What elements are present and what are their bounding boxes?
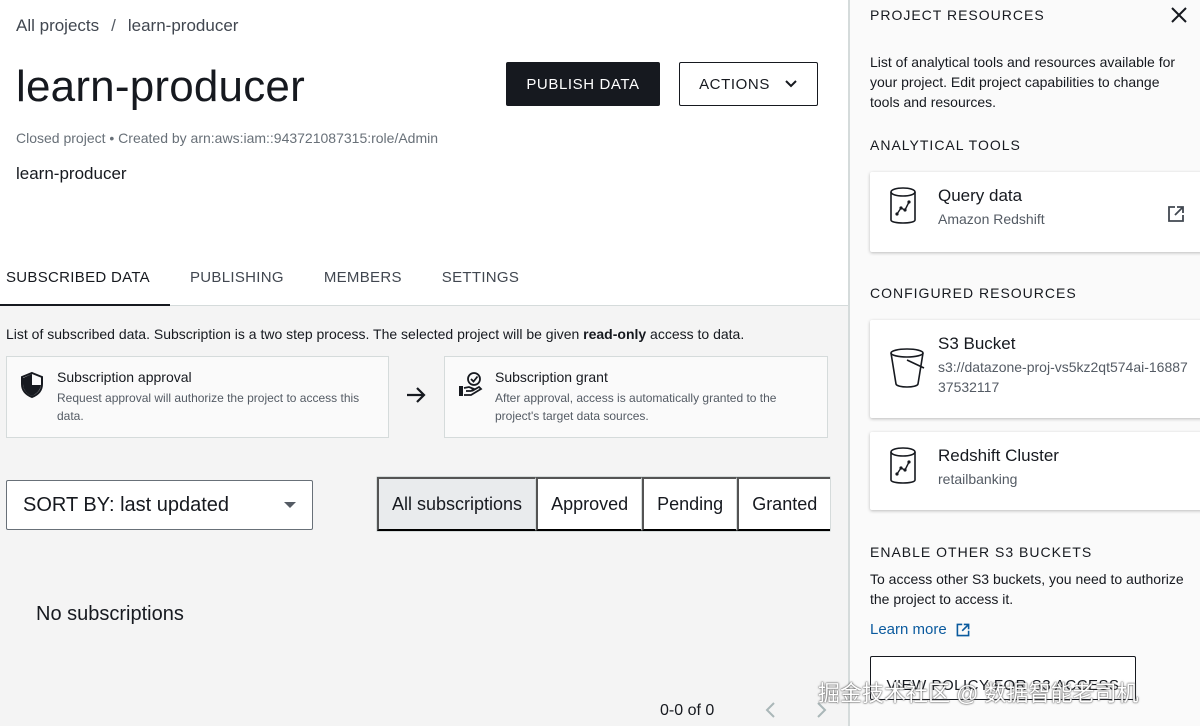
step-text: Request approval will authorize the proj… [57,391,360,423]
publish-data-button[interactable]: PUBLISH DATA [506,62,660,106]
sort-label: SORT BY: last updated [23,493,230,516]
actions-button[interactable]: ACTIONS [679,62,818,106]
hand-check-icon [457,369,495,425]
configured-resources-heading: CONFIGURED RESOURCES [870,285,1077,301]
filter-pending[interactable]: Pending [642,477,738,531]
step-subscription-approval: Subscription approval Request approval w… [6,356,389,438]
pagination-count: 0-0 of 0 [660,702,715,719]
s3-bucket-uri: s3://datazone-proj-vs5kz2qt574ai-1688737… [938,359,1188,395]
main-content: All projects / learn-producer learn-prod… [0,0,848,726]
redshift-cluster-sub: retailbanking [938,471,1018,487]
info-suffix: access to data. [646,326,745,342]
tab-publishing[interactable]: PUBLISHING [170,262,304,306]
query-data-sub: Amazon Redshift [938,211,1045,227]
breadcrumb: All projects / learn-producer [16,16,238,36]
project-meta: Closed project • Created by arn:aws:iam:… [16,130,439,146]
panel-title: PROJECT RESOURCES [870,7,1045,23]
database-icon [888,446,938,496]
enable-s3-text: To access other S3 buckets, you need to … [870,571,1184,607]
redshift-cluster-card[interactable]: Redshift Cluster retailbanking [870,432,1200,510]
actions-label: ACTIONS [699,75,770,93]
caret-down-icon [284,502,296,508]
breadcrumb-all-projects[interactable]: All projects [16,16,99,36]
database-icon [888,186,938,238]
project-description: learn-producer [16,164,127,183]
enable-s3-heading: ENABLE OTHER S3 BUCKETS [870,544,1093,560]
breadcrumb-separator: / [111,16,116,35]
s3-bucket-name: S3 Bucket [938,334,1016,353]
subscription-filter: All subscriptions Approved Pending Grant… [376,476,832,532]
learn-more-link[interactable]: Learn more [870,621,971,638]
query-data-card[interactable]: Query data Amazon Redshift [870,172,1200,252]
close-icon[interactable] [1170,4,1188,30]
filter-all-subscriptions[interactable]: All subscriptions [377,477,537,531]
filter-granted[interactable]: Granted [737,477,831,531]
subscription-info: List of subscribed data. Subscription is… [6,326,744,342]
breadcrumb-current: learn-producer [127,16,239,35]
query-data-name: Query data [938,186,1023,205]
info-prefix: List of subscribed data. Subscription is… [6,326,584,342]
empty-state: No subscriptions [36,603,184,625]
filter-approved[interactable]: Approved [536,477,643,531]
external-link-icon [956,623,970,636]
shield-icon [19,369,57,425]
arrow-right-icon [404,383,428,412]
watermark: 掘金技术社区 @ 数据智能老司机 [818,681,1139,706]
tab-members[interactable]: MEMBERS [304,262,422,306]
panel-description: List of analytical tools and resources a… [870,54,1176,110]
project-resources-panel: PROJECT RESOURCES List of analytical too… [850,0,1200,726]
step-title: Subscription approval [57,369,192,385]
external-link-icon[interactable] [1166,204,1186,229]
s3-bucket-card[interactable]: S3 Bucket s3://datazone-proj-vs5kz2qt574… [870,320,1200,418]
page-title: learn-producer [16,62,305,111]
bucket-icon [888,334,938,404]
tab-settings[interactable]: SETTINGS [422,262,539,306]
info-bold: read-only [583,326,647,342]
redshift-cluster-name: Redshift Cluster [938,446,1059,465]
step-subscription-grant: Subscription grant After approval, acces… [444,356,828,438]
step-text: After approval, access is automatically … [495,391,777,423]
sort-select[interactable]: SORT BY: last updated [6,480,313,530]
project-tabs: SUBSCRIBED DATA PUBLISHING MEMBERS SETTI… [0,262,848,306]
analytical-tools-heading: ANALYTICAL TOOLS [870,137,1021,153]
chevron-down-icon [785,80,797,88]
step-title: Subscription grant [495,369,608,385]
chevron-left-icon[interactable] [764,701,778,724]
learn-more-label: Learn more [870,621,947,638]
tab-subscribed-data[interactable]: SUBSCRIBED DATA [0,262,170,306]
